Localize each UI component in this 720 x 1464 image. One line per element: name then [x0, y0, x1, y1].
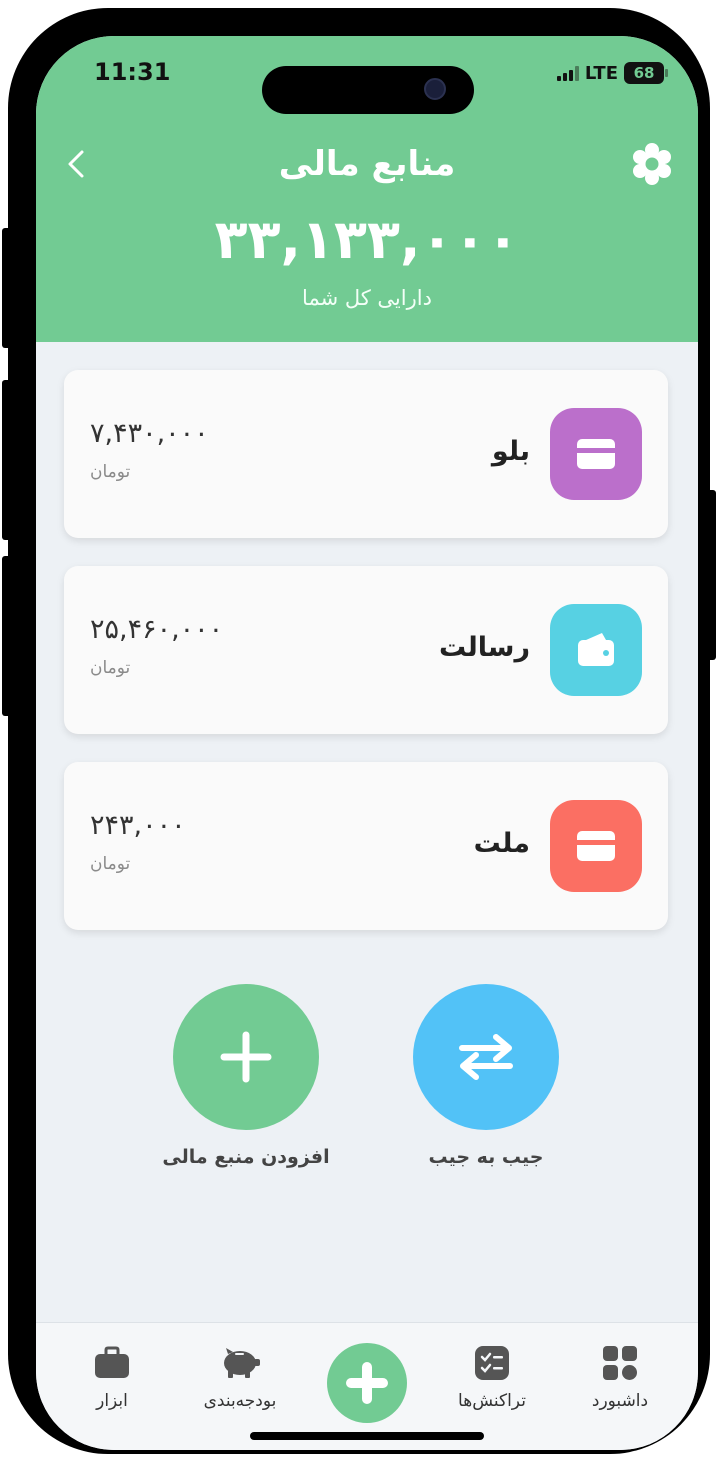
account-icon-box [550, 800, 642, 892]
gear-icon[interactable] [630, 142, 674, 186]
checklist-icon [475, 1346, 509, 1380]
add-transaction-button[interactable] [327, 1343, 407, 1423]
signal-icon [556, 65, 579, 81]
battery-icon: 68 [624, 62, 668, 84]
screen: 11:31 LTE 68 منابع مالی ۳۳,۱۳۳,۰۰۰ دارای… [36, 36, 698, 1450]
grid-icon [603, 1346, 637, 1380]
total-balance: ۳۳,۱۳۳,۰۰۰ [214, 208, 520, 271]
tab-transactions-label: تراکنش‌ها [458, 1391, 526, 1411]
network-label: LTE [584, 62, 618, 84]
currency-label: تومان [90, 462, 131, 482]
account-card-mellat[interactable]: ملت ۲۴۳,۰۰۰ تومان [64, 762, 668, 930]
account-balance: ۲۴۳,۰۰۰ [90, 810, 186, 841]
plus-icon [220, 1031, 272, 1083]
piggy-bank-icon [224, 1348, 260, 1378]
card-icon [577, 439, 615, 469]
transfer-label: جیب به جیب [428, 1146, 544, 1168]
account-name: رسالت [439, 632, 530, 663]
add-source-label: افزودن منبع مالی [162, 1146, 330, 1168]
tab-dashboard-label: داشبورد [591, 1391, 649, 1411]
briefcase-icon [95, 1346, 129, 1378]
account-balance: ۷,۴۳۰,۰۰۰ [90, 418, 209, 449]
bottom-tab-bar: ابزار بودجه‌بندی [36, 1322, 698, 1450]
currency-label: تومان [90, 854, 131, 874]
currency-label: تومان [90, 658, 131, 678]
battery-level: 68 [633, 64, 655, 82]
total-balance-label: دارایی کل شما [302, 286, 432, 310]
dynamic-island [262, 66, 474, 114]
tab-tools[interactable]: ابزار [52, 1343, 172, 1411]
camera-icon [424, 78, 446, 100]
header: 11:31 LTE 68 منابع مالی ۳۳,۱۳۳,۰۰۰ دارای… [36, 36, 698, 342]
account-card-blu[interactable]: بلو ۷,۴۳۰,۰۰۰ تومان [64, 370, 668, 538]
account-balance: ۲۵,۴۶۰,۰۰۰ [90, 614, 224, 645]
tab-dashboard[interactable]: داشبورد [560, 1343, 680, 1411]
account-card-resalat[interactable]: رسالت ۲۵,۴۶۰,۰۰۰ تومان [64, 566, 668, 734]
phone-frame: 11:31 LTE 68 منابع مالی ۳۳,۱۳۳,۰۰۰ دارای… [8, 8, 710, 1454]
status-indicators: LTE 68 [556, 62, 668, 84]
account-icon-box [550, 408, 642, 500]
account-name: ملت [473, 828, 530, 859]
home-indicator [250, 1432, 484, 1440]
card-icon [577, 831, 615, 861]
status-time: 11:31 [94, 58, 171, 86]
tab-budgeting[interactable]: بودجه‌بندی [180, 1343, 300, 1411]
tab-transactions[interactable]: تراکنش‌ها [432, 1343, 552, 1411]
transfer-button[interactable] [413, 984, 559, 1130]
swap-arrows-icon [459, 1034, 513, 1080]
wallet-icon [578, 633, 614, 666]
add-source-button[interactable] [173, 984, 319, 1130]
tab-tools-label: ابزار [96, 1391, 128, 1411]
account-name: بلو [491, 436, 530, 467]
page-title: منابع مالی [278, 144, 456, 184]
account-icon-box [550, 604, 642, 696]
tab-budgeting-label: بودجه‌بندی [203, 1391, 277, 1411]
plus-icon [346, 1362, 388, 1404]
